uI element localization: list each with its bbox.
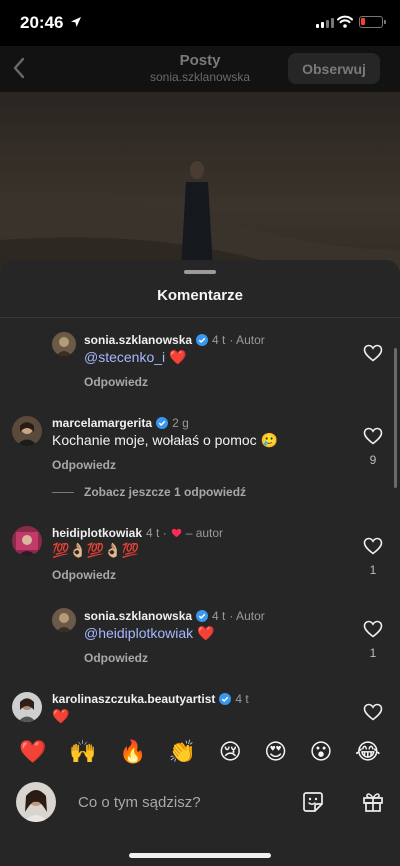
sheet-title: Komentarze — [157, 287, 243, 304]
comment-time: 4 t · — [146, 526, 167, 540]
author-liked-tag: – autor — [185, 526, 224, 540]
scrollbar[interactable] — [394, 348, 397, 488]
emoji-reaction-button[interactable]: ❤️ — [19, 742, 46, 764]
current-user-avatar — [16, 782, 56, 822]
avatar[interactable] — [12, 692, 42, 722]
emoji-reaction-button[interactable]: 🔥 — [119, 742, 146, 764]
comment-header: marcelamargerita 2 g — [52, 416, 189, 430]
comment-time: 2 g — [172, 416, 189, 430]
comment-emoji: ❤️ — [165, 349, 187, 365]
location-arrow-icon — [71, 17, 81, 27]
comment-username[interactable]: marcelamargerita — [52, 416, 152, 430]
comment-username[interactable]: karolinaszczuka.beautyartist — [52, 692, 215, 706]
reply-button[interactable]: Odpowiedz — [84, 651, 148, 665]
status-bar: 20:46 — [0, 0, 400, 46]
sheet-drag-handle[interactable] — [184, 270, 216, 274]
comment-username[interactable]: sonia.szklanowska — [84, 609, 192, 623]
mention-link[interactable]: @heidiplotkowiak — [84, 625, 193, 641]
post-header: Posty sonia.szklanowska Obserwuj — [0, 46, 400, 92]
emoji-reaction-button[interactable]: 👏 — [169, 742, 196, 764]
home-indicator[interactable] — [129, 853, 271, 858]
comment-composer — [0, 778, 400, 834]
comment-header: sonia.szklanowska 4 t · Autor — [84, 333, 265, 347]
cellular-icon — [316, 18, 334, 28]
comment-text: Kochanie moje, wołałaś o pomoc 🥲 — [52, 432, 278, 448]
mention-link[interactable]: @stecenko_i — [84, 349, 165, 365]
comment-header: heidiplotkowiak 4 t · – autor — [52, 526, 223, 540]
avatar[interactable] — [12, 526, 42, 556]
reply-button[interactable]: Odpowiedz — [52, 458, 116, 472]
wifi-icon — [337, 15, 353, 28]
heart-outline-icon[interactable] — [363, 620, 383, 638]
author-tag: · Autor — [229, 333, 265, 347]
emoji-reaction-bar: ❤️ 🙌 🔥 👏 😢 😍 😮 😂 — [0, 728, 400, 778]
comment-time: 4 t — [235, 692, 249, 706]
emoji-reaction-button[interactable]: 😢 — [219, 742, 242, 764]
like-count: 1 — [369, 646, 377, 660]
emoji-reaction-button[interactable]: 😍 — [264, 742, 287, 764]
reply-button[interactable]: Odpowiedz — [84, 375, 148, 389]
avatar[interactable] — [52, 332, 76, 356]
sticker-icon[interactable] — [302, 791, 324, 813]
heart-outline-icon[interactable] — [363, 344, 383, 362]
comment-text: 💯👌🏼💯👌🏼💯 — [52, 542, 140, 558]
battery-icon — [359, 16, 386, 28]
emoji-reaction-button[interactable]: 😮 — [310, 742, 333, 764]
verified-badge-icon — [156, 417, 169, 429]
comment-input[interactable] — [68, 782, 340, 822]
see-more-replies-label: Zobacz jeszcze 1 odpowiedź — [84, 485, 247, 499]
comment-text: ❤️ — [52, 708, 70, 724]
like-count: 1 — [369, 563, 377, 577]
gift-icon[interactable] — [362, 791, 384, 813]
avatar[interactable] — [52, 608, 76, 632]
comment-text: @stecenko_i ❤️ — [84, 349, 186, 366]
reply-button[interactable]: Odpowiedz — [52, 568, 116, 582]
heart-outline-icon[interactable] — [363, 427, 383, 445]
verified-badge-icon — [219, 693, 232, 705]
post-background: Posty sonia.szklanowska Obserwuj — [0, 46, 400, 286]
avatar[interactable] — [12, 416, 42, 446]
comment-text: @heidiplotkowiak ❤️ — [84, 625, 214, 642]
divider — [0, 317, 400, 318]
emoji-reaction-button[interactable]: 🙌 — [69, 742, 96, 764]
comment-time: 4 t — [212, 333, 226, 347]
comment-username[interactable]: heidiplotkowiak — [52, 526, 142, 540]
heart-filled-icon — [171, 528, 181, 538]
follow-button[interactable]: Obserwuj — [288, 53, 380, 84]
see-more-replies-button[interactable]: Zobacz jeszcze 1 odpowiedź — [52, 485, 246, 499]
heart-outline-icon[interactable] — [363, 703, 383, 721]
comment-header: karolinaszczuka.beautyartist 4 t — [52, 692, 249, 706]
emoji-reaction-button[interactable]: 😂 — [355, 742, 381, 764]
comment-username[interactable]: sonia.szklanowska — [84, 333, 192, 347]
comment-time: 4 t — [212, 609, 226, 623]
author-tag: · Autor — [229, 609, 265, 623]
verified-badge-icon — [196, 610, 209, 622]
status-time: 20:46 — [20, 13, 64, 32]
like-count: 9 — [369, 453, 377, 467]
divider — [52, 491, 74, 493]
verified-badge-icon — [196, 334, 209, 346]
heart-outline-icon[interactable] — [363, 537, 383, 555]
comment-emoji: ❤️ — [193, 625, 215, 641]
comment-header: sonia.szklanowska 4 t · Autor — [84, 609, 265, 623]
post-photo — [0, 90, 400, 286]
